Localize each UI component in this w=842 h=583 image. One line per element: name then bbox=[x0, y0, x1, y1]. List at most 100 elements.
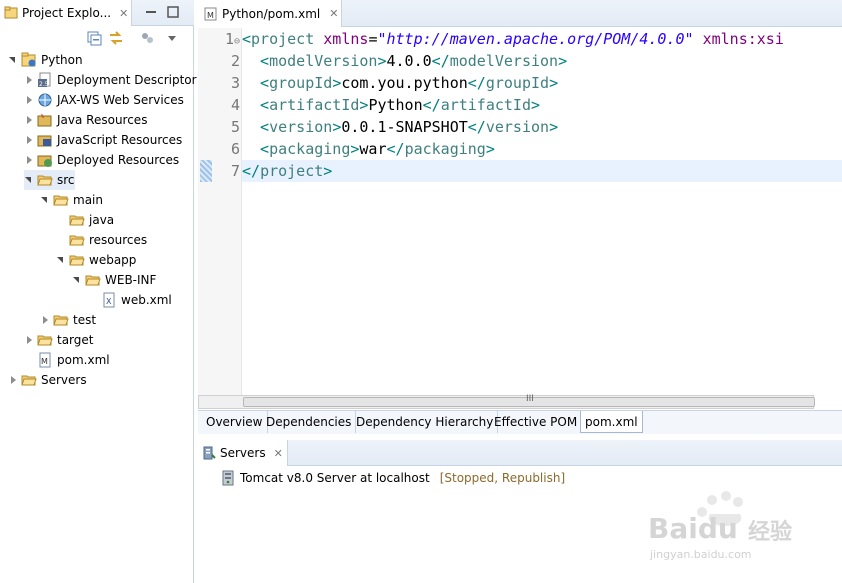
code-token: </ bbox=[431, 52, 450, 70]
code-token: xmlns bbox=[323, 30, 369, 48]
tab-overview[interactable]: Overview bbox=[202, 411, 268, 433]
tree-item-label: resources bbox=[89, 233, 148, 247]
expanded-arrow-icon[interactable] bbox=[40, 195, 50, 205]
code-token: > bbox=[332, 74, 342, 92]
folder-icon bbox=[37, 172, 53, 188]
close-icon[interactable]: ✕ bbox=[329, 7, 338, 20]
line-number: 4 bbox=[180, 94, 240, 116]
tree-item-label: Deployment Descriptor bbox=[57, 73, 197, 87]
code-token: modelVersion bbox=[449, 52, 559, 70]
close-icon[interactable]: ✕ bbox=[274, 447, 283, 460]
maximize-icon[interactable] bbox=[166, 5, 180, 19]
maven-file-icon: M bbox=[37, 352, 53, 368]
line-number-text: 7 bbox=[230, 162, 240, 180]
collapse-all-icon[interactable] bbox=[86, 30, 102, 46]
project-explorer-view: Project Explo... ✕ Python 2.5 Deployment D… bbox=[0, 0, 197, 583]
tree-item-java-resources[interactable]: Java Resources bbox=[24, 110, 147, 130]
line-number: 3 bbox=[180, 72, 240, 94]
code-line[interactable]: <project xmlns="http://maven.apache.org/… bbox=[242, 28, 842, 50]
collapsed-arrow-icon[interactable] bbox=[24, 115, 34, 125]
code-line[interactable]: <modelVersion>4.0.0</modelVersion> bbox=[242, 50, 842, 72]
expanded-arrow-icon[interactable] bbox=[56, 255, 66, 265]
code-area[interactable]: <project xmlns="http://maven.apache.org/… bbox=[242, 28, 842, 395]
tab-servers[interactable]: Servers ✕ bbox=[198, 440, 288, 466]
tree-item-webapp[interactable]: webapp bbox=[56, 250, 136, 270]
server-status: [Stopped, Republish] bbox=[439, 471, 566, 485]
tree-item-label: Python bbox=[41, 53, 83, 67]
svg-text:M: M bbox=[207, 11, 214, 20]
server-name: Tomcat v8.0 Server at localhost bbox=[240, 471, 430, 485]
tree-item-jax-ws-web-services[interactable]: JAX-WS Web Services bbox=[24, 90, 184, 110]
tree-item-web-xml[interactable]: Xweb.xml bbox=[88, 290, 172, 310]
tree-item-test[interactable]: test bbox=[40, 310, 96, 330]
javascript-resources-icon bbox=[37, 132, 53, 148]
server-entry[interactable]: Tomcat v8.0 Server at localhost [Stopped… bbox=[220, 468, 565, 488]
horizontal-scrollbar[interactable]: III bbox=[198, 394, 815, 409]
code-token: < bbox=[242, 96, 270, 114]
tree-item-deployed-resources[interactable]: Deployed Resources bbox=[24, 150, 179, 170]
folder-icon bbox=[53, 192, 69, 208]
tree-item-servers[interactable]: Servers bbox=[8, 370, 87, 390]
tab-label: Project Explo... bbox=[22, 6, 112, 20]
tree-item-label: Deployed Resources bbox=[57, 153, 180, 167]
line-number: 6 bbox=[180, 138, 240, 160]
svg-text:M: M bbox=[41, 357, 48, 366]
code-line[interactable]: </project> bbox=[242, 160, 842, 182]
code-token: > bbox=[558, 52, 568, 70]
code-line[interactable]: <version>0.0.1-SNAPSHOT</version> bbox=[242, 116, 842, 138]
line-number: 2 bbox=[180, 50, 240, 72]
tab-pom-xml[interactable]: M Python/pom.xml ✕ bbox=[198, 0, 342, 27]
scrollbar-grip: III bbox=[526, 394, 534, 404]
project-explorer-icon bbox=[4, 6, 18, 20]
tree-item-pom-xml[interactable]: Mpom.xml bbox=[24, 350, 110, 370]
view-menu-icon[interactable] bbox=[164, 30, 180, 46]
collapsed-arrow-icon[interactable] bbox=[24, 335, 34, 345]
tree-item-main[interactable]: main bbox=[40, 190, 103, 210]
tab-pom-xml[interactable]: pom.xml bbox=[580, 411, 643, 433]
tab-effective-pom[interactable]: Effective POM bbox=[490, 411, 583, 433]
link-with-editor-icon[interactable] bbox=[108, 30, 124, 46]
code-token: </ bbox=[386, 140, 405, 158]
collapsed-arrow-icon[interactable] bbox=[8, 375, 18, 385]
tab-dependencies[interactable]: Dependencies bbox=[262, 411, 357, 433]
tab-dependency-hierarchy[interactable]: Dependency Hierarchy bbox=[352, 411, 499, 433]
scrollbar-thumb[interactable]: III bbox=[243, 394, 815, 407]
collapsed-arrow-icon[interactable] bbox=[24, 135, 34, 145]
close-icon[interactable]: ✕ bbox=[119, 7, 128, 20]
tree-item-resources[interactable]: resources bbox=[56, 230, 147, 250]
collapsed-arrow-icon[interactable] bbox=[24, 75, 34, 85]
code-line[interactable]: <artifactId>Python</artifactId> bbox=[242, 94, 842, 116]
svg-text:2.5: 2.5 bbox=[39, 81, 49, 88]
filters-icon[interactable] bbox=[140, 30, 156, 46]
tab-project-explorer[interactable]: Project Explo... ✕ bbox=[0, 0, 132, 26]
collapsed-arrow-icon[interactable] bbox=[24, 95, 34, 105]
tree-item-javascript-resources[interactable]: JavaScript Resources bbox=[24, 130, 182, 150]
tree-item-label: main bbox=[73, 193, 103, 207]
expanded-arrow-icon[interactable] bbox=[8, 55, 18, 65]
servers-icon bbox=[202, 446, 216, 460]
expanded-arrow-icon[interactable] bbox=[24, 175, 34, 185]
tree-item-deployment-descriptor[interactable]: 2.5 Deployment Descriptor bbox=[24, 70, 197, 90]
code-token: </ bbox=[467, 118, 486, 136]
code-line[interactable]: <packaging>war</packaging> bbox=[242, 138, 842, 160]
code-line[interactable]: <groupId>com.you.python</groupId> bbox=[242, 72, 842, 94]
expanded-arrow-icon[interactable] bbox=[72, 275, 82, 285]
tree-item-label: target bbox=[57, 333, 94, 347]
tree-item-java[interactable]: java bbox=[56, 210, 114, 230]
folder-icon bbox=[21, 372, 37, 388]
line-number-text: 5 bbox=[230, 118, 240, 136]
fold-toggle-icon[interactable]: ⊖ bbox=[234, 36, 240, 47]
tree-item-web-inf[interactable]: WEB-INF bbox=[72, 270, 156, 290]
tab-label: Servers bbox=[220, 446, 266, 460]
tree-item-label: pom.xml bbox=[57, 353, 110, 367]
tree-item-label: JavaScript Resources bbox=[57, 133, 183, 147]
tree-item-python[interactable]: Python bbox=[8, 50, 83, 70]
collapsed-arrow-icon[interactable] bbox=[40, 315, 50, 325]
tree-item-src[interactable]: src bbox=[24, 170, 75, 190]
code-token: artifactId bbox=[440, 96, 531, 114]
tree-item-target[interactable]: target bbox=[24, 330, 94, 350]
minimize-icon[interactable] bbox=[144, 5, 158, 19]
line-number-text: 2 bbox=[230, 52, 240, 70]
collapsed-arrow-icon[interactable] bbox=[24, 155, 34, 165]
